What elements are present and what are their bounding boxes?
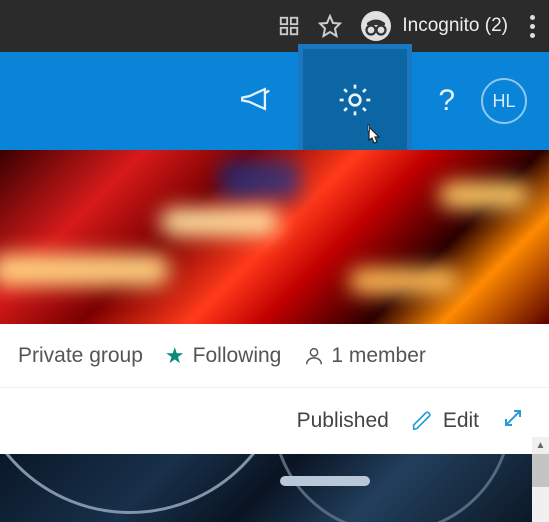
member-count-text: 1 member	[331, 344, 426, 368]
pointer-cursor-icon	[359, 123, 387, 153]
incognito-icon	[360, 10, 392, 42]
group-info-bar: Private group ★ Following 1 member	[0, 324, 549, 388]
help-button[interactable]: ?	[438, 84, 455, 118]
bookmark-star-icon[interactable]	[318, 14, 342, 38]
scroll-up-arrow-icon[interactable]: ▲	[532, 437, 549, 454]
avatar[interactable]: HL	[481, 78, 527, 124]
expand-button[interactable]	[501, 406, 525, 436]
star-icon: ★	[165, 343, 185, 369]
incognito-badge[interactable]: Incognito (2)	[360, 10, 508, 42]
scrollbar-thumb[interactable]	[532, 454, 549, 487]
hero-banner	[0, 150, 549, 324]
content-image	[0, 454, 532, 522]
expand-icon	[501, 406, 525, 430]
settings-button[interactable]	[298, 44, 412, 156]
scrollbar[interactable]: ▲	[532, 454, 549, 522]
content-area: ▲	[0, 454, 549, 522]
pencil-icon	[411, 410, 433, 432]
edit-label: Edit	[443, 409, 479, 433]
megaphone-icon[interactable]	[238, 82, 272, 121]
incognito-label: Incognito (2)	[402, 15, 508, 37]
browser-chrome-bar: Incognito (2)	[0, 0, 549, 52]
avatar-initials: HL	[492, 91, 515, 112]
browser-menu-icon[interactable]	[526, 11, 539, 42]
gear-icon	[335, 80, 375, 120]
extensions-icon[interactable]	[278, 15, 300, 37]
site-header: ? HL	[0, 52, 549, 150]
page-toolbar: Published Edit	[0, 388, 549, 454]
publish-status-label: Published	[297, 409, 389, 433]
group-privacy-label: Private group	[18, 344, 143, 368]
person-icon	[303, 345, 325, 367]
members-link[interactable]: 1 member	[303, 344, 426, 368]
edit-button[interactable]: Edit	[411, 409, 479, 433]
follow-toggle[interactable]: Following	[193, 344, 282, 368]
